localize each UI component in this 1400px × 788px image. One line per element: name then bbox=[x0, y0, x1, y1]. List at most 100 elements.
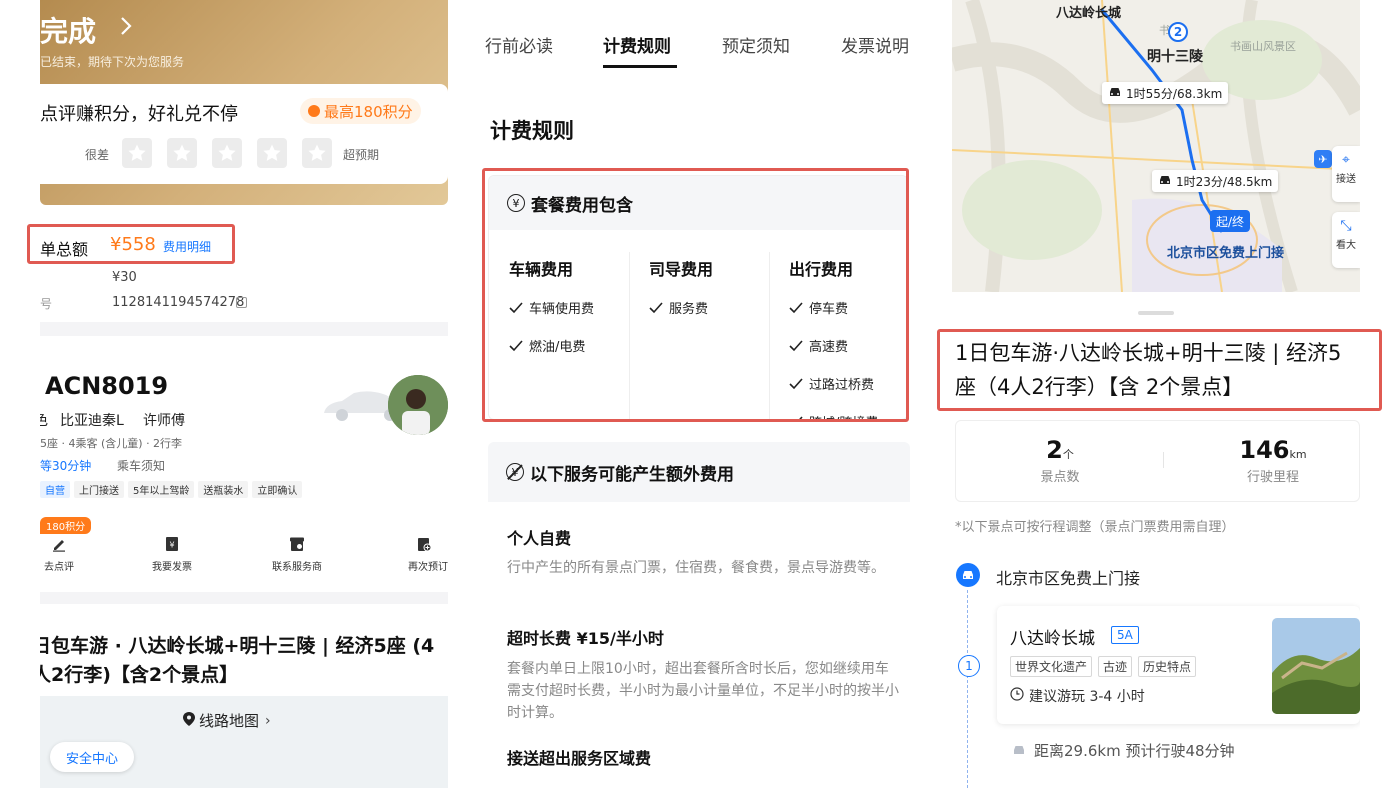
rating-stars[interactable] bbox=[122, 138, 332, 168]
stat-label: 行驶里程 bbox=[1246, 470, 1299, 485]
review-title: 点评赚积分，好礼兑不停 bbox=[40, 104, 238, 125]
action-contact[interactable]: 联系服务商 bbox=[264, 536, 330, 573]
car-icon bbox=[1012, 742, 1026, 760]
ride-notice-link[interactable]: 乘车须知 bbox=[117, 457, 165, 474]
spot-name: 八达岭长城 bbox=[1010, 629, 1095, 649]
pickup-icon bbox=[956, 563, 980, 587]
tab-billing-rules[interactable]: 计费规则 bbox=[603, 32, 671, 57]
info-row-value: ¥30 bbox=[112, 270, 137, 285]
location-pin-icon bbox=[183, 711, 195, 730]
route-map[interactable]: 八达岭长城 书画 2 明十三陵 书画山风景区 1时55分/68.3km 1时23… bbox=[952, 0, 1360, 292]
chevron-right-icon[interactable] bbox=[114, 14, 138, 38]
expand-icon: ⤡ bbox=[1340, 218, 1352, 234]
pickup-label: 北京市区免费上门接 bbox=[996, 569, 1141, 588]
order-no-value: 1128141194574278 bbox=[112, 295, 245, 310]
order-status-subtitle: 已结束，期待下次为您服务 bbox=[40, 55, 185, 69]
order-status-title: 完成 bbox=[40, 15, 97, 48]
copy-icon[interactable] bbox=[236, 297, 247, 308]
map-pickup-label: 北京市区免费上门接 bbox=[1167, 246, 1285, 261]
no-yuan-icon: ¥ bbox=[506, 463, 524, 481]
map-side-label: 接送 bbox=[1336, 174, 1356, 185]
points-reward-badge: 180积分 bbox=[40, 517, 92, 534]
map-background bbox=[952, 0, 1360, 292]
tab-booking-notice[interactable]: 预定须知 bbox=[722, 32, 790, 57]
airport-icon: ✈ bbox=[1314, 150, 1332, 168]
route-map-button[interactable]: 线路地图 › bbox=[183, 710, 271, 731]
invoice-icon: ¥ bbox=[146, 536, 198, 554]
map-marker-number: 2 bbox=[1173, 25, 1183, 39]
distance-text: 距离29.6km 预计行驶48分钟 bbox=[1034, 742, 1235, 760]
fee-block-title: 超时长费 ¥15/半小时 bbox=[507, 629, 664, 648]
tab-invoice[interactable]: 发票说明 bbox=[841, 32, 909, 57]
action-invoice[interactable]: ¥ 我要发票 bbox=[146, 536, 198, 573]
wait-time: 等30分钟 bbox=[40, 459, 92, 473]
action-reorder[interactable]: 再次预订 bbox=[394, 536, 448, 573]
divider bbox=[40, 592, 448, 604]
points-badge: 最高180积分 bbox=[300, 98, 421, 124]
spot-level-badge: 5A bbox=[1111, 626, 1139, 644]
trip-title: 日包车游 · 八达岭长城+明十三陵 | 经济5座 (4人2行李)【含2个景点】 bbox=[40, 635, 435, 686]
shop-icon bbox=[264, 536, 330, 554]
drag-handle[interactable] bbox=[1138, 311, 1174, 315]
car-capacity: 5座 · 4乘客 (含儿童) · 2行李 bbox=[40, 437, 183, 450]
stat-value: 2 bbox=[1046, 436, 1063, 464]
route-map-label: 线路地图 bbox=[199, 712, 260, 730]
action-label: 再次预订 bbox=[408, 562, 448, 573]
map-marker-2[interactable]: 2 bbox=[1168, 22, 1188, 42]
pencil-icon bbox=[40, 536, 84, 554]
map-side-button-pickup[interactable]: ⌖ 接送 bbox=[1332, 146, 1360, 202]
route-segment-badge: 1时55分/68.3km bbox=[1102, 82, 1229, 104]
fee-block: 接送超出服务区域费 bbox=[507, 745, 902, 769]
safety-center-button[interactable]: 安全中心 bbox=[50, 742, 134, 772]
stat-divider bbox=[1163, 452, 1164, 468]
stat-unit: 个 bbox=[1062, 448, 1074, 461]
fee-block-text: 套餐内单日上限10小时，超出套餐所含时长后，您如继续用车需支付超时长费，半小时为… bbox=[507, 661, 899, 721]
driver-avatar bbox=[388, 375, 448, 435]
fee-block-title: 个人自费 bbox=[507, 529, 572, 548]
extra-fee-title: 以下服务可能产生额外费用 bbox=[530, 464, 734, 485]
stat-distance: 146km 行驶里程 bbox=[1227, 436, 1319, 485]
itinerary-note: *以下景点可按行程调整（景点门票费用需自理） bbox=[955, 520, 1235, 535]
highlight-box bbox=[937, 329, 1382, 411]
left-panel: 完成 已结束，期待下次为您服务 点评赚积分，好礼兑不停 最高180积分 很差 超… bbox=[40, 0, 448, 788]
points-badge-text: 最高180积分 bbox=[324, 102, 413, 121]
fee-block-title: 接送超出服务区域费 bbox=[507, 749, 652, 768]
driver-tags: 自营 上门接送 5年以上驾龄 送瓶装水 立即确认 bbox=[40, 481, 306, 498]
stat-label: 景点数 bbox=[1040, 470, 1080, 485]
star-icon[interactable] bbox=[212, 138, 242, 168]
chevron-right-icon: › bbox=[265, 712, 271, 729]
car-model: 比亚迪秦L bbox=[60, 413, 124, 429]
route-map-preview[interactable]: 线路地图 › 安全中心 bbox=[40, 696, 448, 788]
distance-row: 距离29.6km 预计行驶48分钟 bbox=[1012, 740, 1235, 761]
active-tab-indicator bbox=[603, 65, 677, 68]
driver-name: 许师傅 bbox=[143, 413, 185, 429]
spot-tag: 世界文化遗产 bbox=[1010, 656, 1093, 677]
fee-block-text: 行中产生的所有景点门票，住宿费，餐食费，景点导游费等。 bbox=[507, 560, 885, 576]
star-icon[interactable] bbox=[167, 138, 197, 168]
fee-block: 超时长费 ¥15/半小时 套餐内单日上限10小时，超出套餐所含时长后，您如继续用… bbox=[507, 625, 902, 724]
spot-index-marker: 1 bbox=[958, 655, 980, 677]
tab-pre-trip[interactable]: 行前必读 bbox=[485, 32, 553, 57]
spot-index: 1 bbox=[965, 659, 973, 673]
rating-label-bad: 很差 bbox=[85, 148, 110, 162]
action-review[interactable]: 去点评 bbox=[40, 536, 84, 573]
highlight-box bbox=[27, 224, 235, 264]
star-icon[interactable] bbox=[302, 138, 332, 168]
map-side-button-enlarge[interactable]: ⤡ 看大 bbox=[1332, 212, 1360, 268]
start-end-label: 起/终 bbox=[1216, 214, 1245, 229]
star-icon[interactable] bbox=[257, 138, 287, 168]
driver-tag: 5年以上驾龄 bbox=[128, 481, 195, 498]
spot-tags: 世界文化遗产 古迹 历史特点 bbox=[1010, 656, 1202, 677]
start-end-marker[interactable]: 起/终 bbox=[1210, 210, 1251, 232]
star-icon[interactable] bbox=[122, 138, 152, 168]
timeline-line bbox=[967, 590, 968, 788]
map-pin-icon: ⌖ bbox=[1342, 152, 1350, 168]
spot-tag: 古迹 bbox=[1098, 656, 1133, 677]
map-place-label: 明十三陵 bbox=[1147, 49, 1203, 65]
car-icon bbox=[1158, 174, 1172, 189]
map-place-label: 八达岭长城 bbox=[1056, 6, 1122, 21]
spot-suggest: 建议游玩 3-4 小时 bbox=[1010, 686, 1145, 706]
extra-fee-header: ¥ 以下服务可能产生额外费用 bbox=[488, 442, 910, 502]
plate-number: ACN8019 bbox=[45, 372, 169, 400]
driver-tag: 送瓶装水 bbox=[198, 481, 249, 498]
